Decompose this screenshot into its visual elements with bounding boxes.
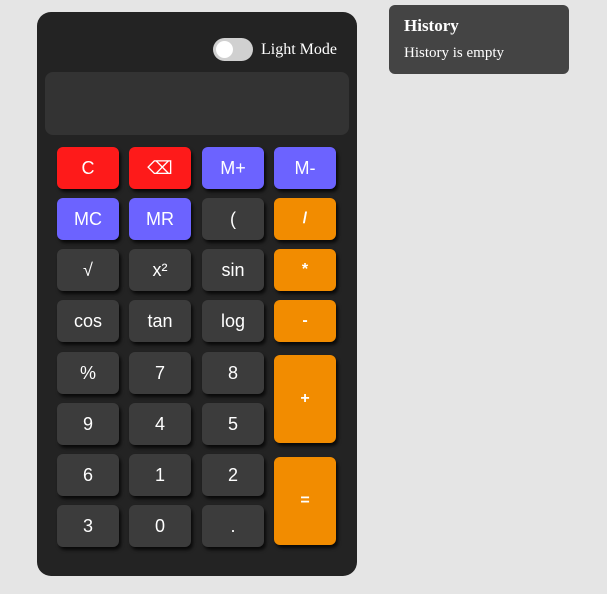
divide-button[interactable]: / [274,198,336,240]
calculator: Light Mode C ⌫ M+ M- MC MR ( / √ x² sin … [37,12,357,576]
memory-clear-button[interactable]: MC [57,198,119,240]
digit-7-button[interactable]: 7 [129,352,191,394]
decimal-button[interactable]: . [202,505,264,547]
digit-8-button[interactable]: 8 [202,352,264,394]
sin-button[interactable]: sin [202,249,264,291]
digit-6-button[interactable]: 6 [57,454,119,496]
log-button[interactable]: log [202,300,264,342]
digit-2-button[interactable]: 2 [202,454,264,496]
light-mode-toggle[interactable] [213,38,253,61]
history-title: History [404,16,459,35]
light-mode-label: Light Mode [261,41,337,58]
memory-add-button[interactable]: M+ [202,147,264,189]
add-button[interactable]: + [274,355,336,443]
calculator-display [45,72,349,135]
clear-button[interactable]: C [57,147,119,189]
backspace-button[interactable]: ⌫ [129,147,191,189]
digit-0-button[interactable]: 0 [129,505,191,547]
open-paren-button[interactable]: ( [202,198,264,240]
history-panel: History History is empty [389,5,569,74]
history-empty-text: History is empty [404,45,504,61]
digit-5-button[interactable]: 5 [202,403,264,445]
percent-button[interactable]: % [57,352,119,394]
memory-subtract-button[interactable]: M- [274,147,336,189]
toggle-knob [216,41,233,58]
tan-button[interactable]: tan [129,300,191,342]
subtract-button[interactable]: - [274,300,336,342]
memory-recall-button[interactable]: MR [129,198,191,240]
digit-1-button[interactable]: 1 [129,454,191,496]
square-button[interactable]: x² [129,249,191,291]
cos-button[interactable]: cos [57,300,119,342]
multiply-button[interactable]: * [274,249,336,291]
sqrt-button[interactable]: √ [57,249,119,291]
digit-4-button[interactable]: 4 [129,403,191,445]
equals-button[interactable]: = [274,457,336,545]
digit-3-button[interactable]: 3 [57,505,119,547]
digit-9-button[interactable]: 9 [57,403,119,445]
